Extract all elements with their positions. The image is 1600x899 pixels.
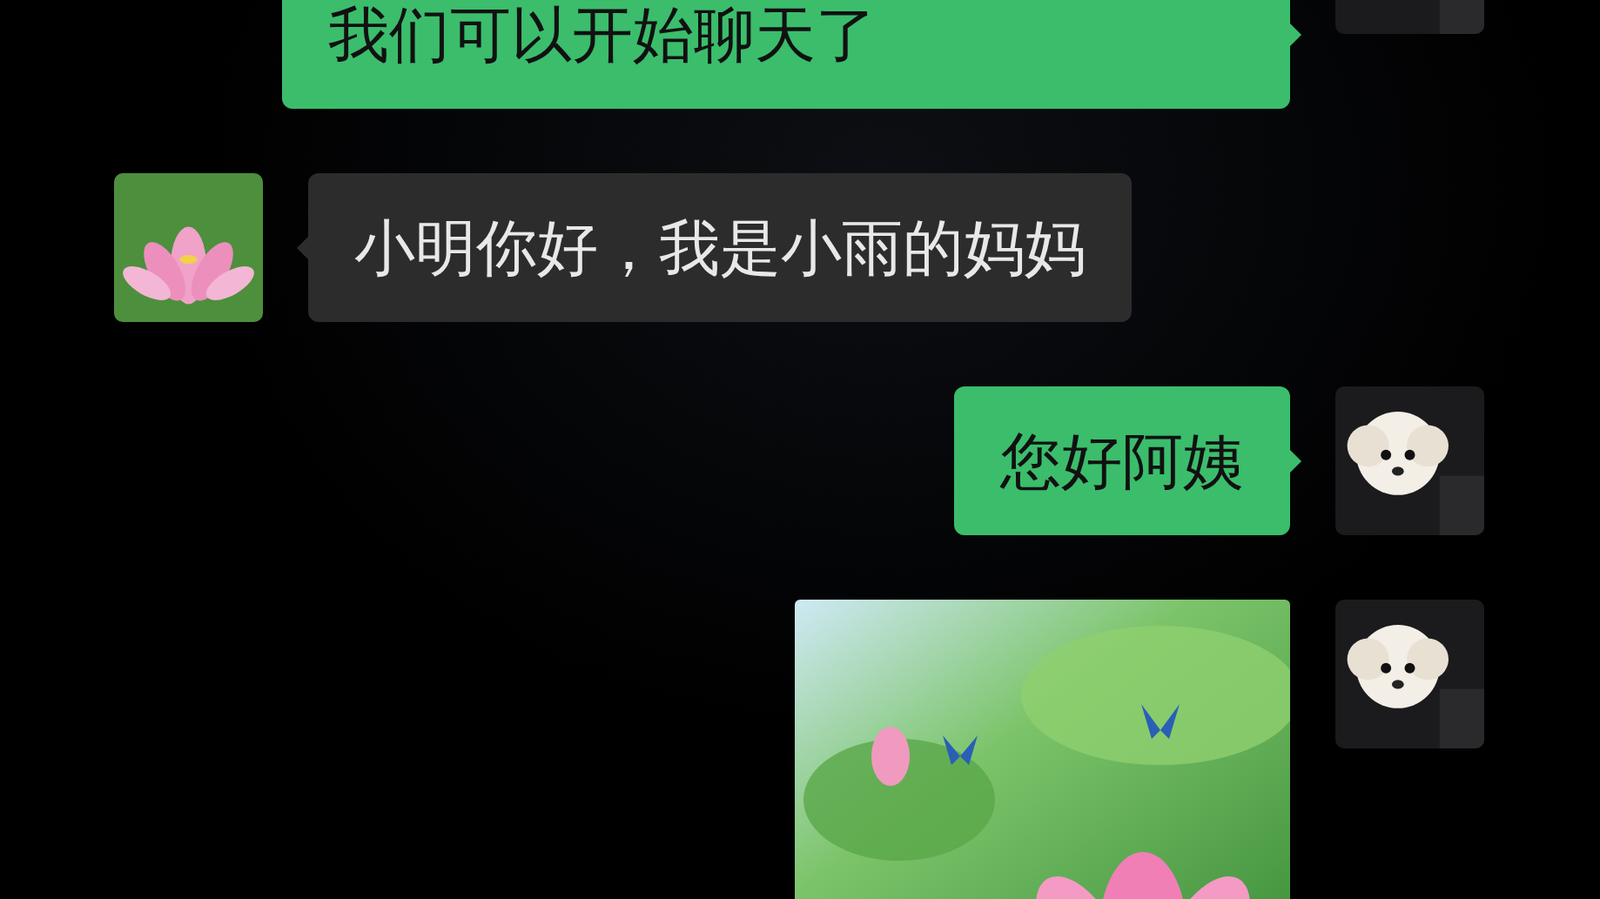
my-avatar[interactable] [1335,599,1485,749]
message-row: 小明你好，我是小雨的妈妈 [114,173,1485,323]
image-message[interactable] [794,599,1291,899]
message-row: 您好阿姨 [114,386,1485,536]
dog-avatar-icon [1335,386,1485,536]
message-row [114,599,1485,899]
lotus-avatar-icon [114,173,263,323]
message-list: 我们可以开始聊天了小明你好，我是小雨的妈妈您好阿姨 [0,0,1600,899]
message-bubble[interactable]: 小明你好，我是小雨的妈妈 [308,173,1132,323]
chat-screen: 我们可以开始聊天了小明你好，我是小雨的妈妈您好阿姨 [0,0,1600,899]
message-bubble[interactable]: 您好阿姨 [954,386,1291,536]
message-bubble[interactable]: 我们可以开始聊天了 [282,0,1291,109]
dog-avatar-icon [1335,599,1485,749]
dog-avatar-icon [1335,0,1485,34]
my-avatar[interactable] [1335,0,1485,34]
my-avatar[interactable] [1335,386,1485,536]
message-row: 我们可以开始聊天了 [114,0,1485,109]
contact-avatar[interactable] [114,173,263,323]
morning-sticker-icon [794,599,1291,899]
